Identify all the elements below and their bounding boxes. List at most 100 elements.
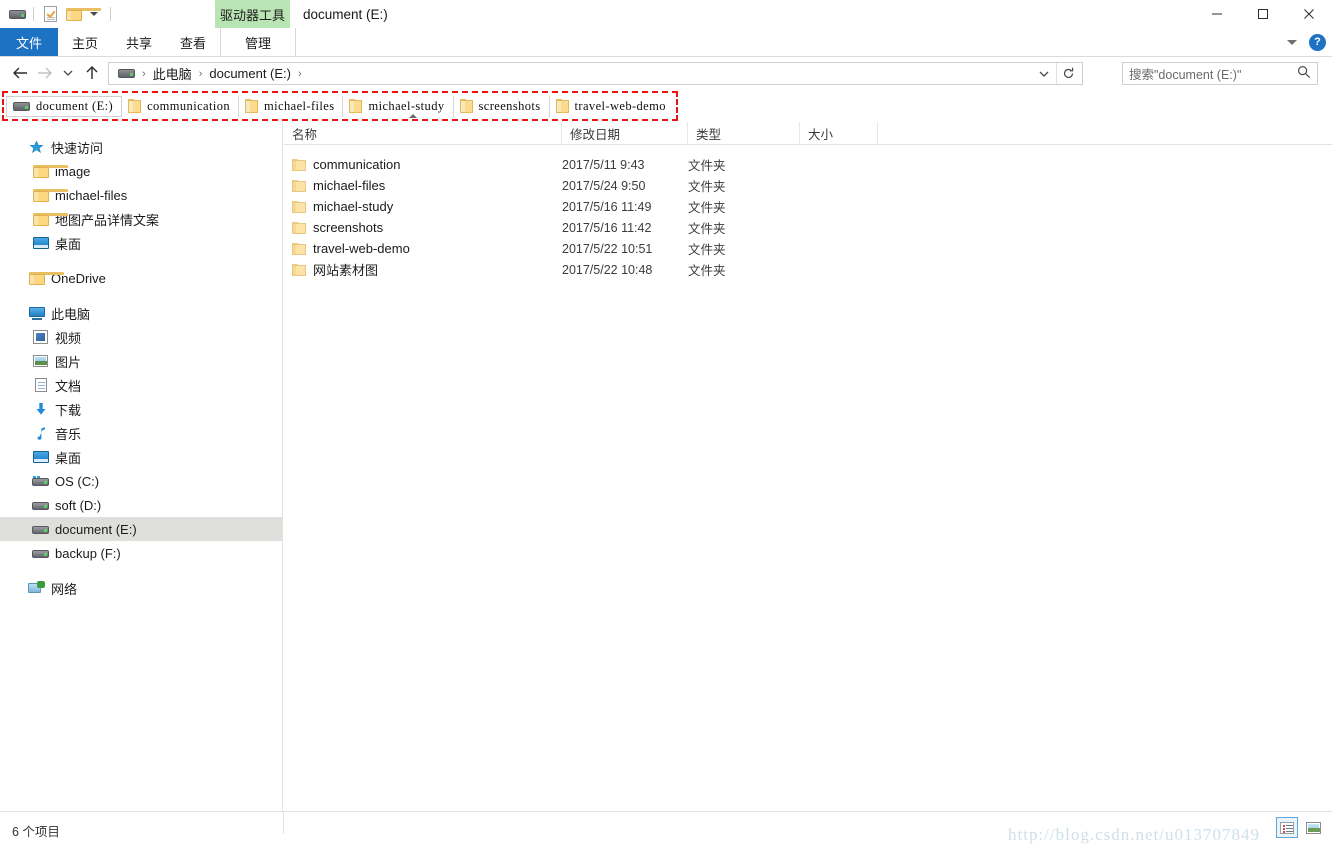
sidebar-item-quick-access[interactable]: 快速访问 [0, 135, 282, 159]
properties-icon[interactable] [41, 5, 59, 23]
file-date: 2017/5/16 11:42 [562, 220, 652, 235]
file-type: 文件夹 [688, 201, 726, 215]
quick-link-communication[interactable]: communication [122, 95, 240, 117]
folder-icon [245, 99, 259, 113]
address-bar: › 此电脑 › document (E:) › 搜索"document (E:)… [0, 58, 1332, 88]
file-name-cell[interactable]: travel-web-demo [292, 238, 410, 259]
tab-file[interactable]: 文件 [0, 28, 58, 56]
sidebar-item-soft-d[interactable]: soft (D:) [0, 493, 282, 517]
drive-icon [32, 521, 49, 538]
sidebar-item-desktop-quick[interactable]: 桌面 [0, 231, 282, 255]
desktop-icon [32, 235, 49, 252]
minimize-button[interactable] [1194, 0, 1240, 28]
sidebar-item-music[interactable]: 音乐 [0, 421, 282, 445]
sidebar-item-label: 网络 [51, 581, 78, 597]
help-icon[interactable]: ? [1309, 33, 1326, 51]
sidebar-item-label: backup (F:) [55, 545, 121, 561]
status-item-count: 6 个项目 [12, 825, 60, 839]
sidebar-item-network[interactable]: 网络 [0, 576, 282, 600]
drive-icon[interactable] [8, 5, 26, 23]
contextual-tool-header: 驱动器工具 [215, 0, 290, 28]
sidebar-item-document-e[interactable]: document (E:) [0, 517, 282, 541]
thumbnail-view-icon[interactable] [1302, 817, 1324, 838]
search-icon[interactable] [1297, 65, 1311, 82]
folder-icon [292, 200, 306, 213]
tab-share[interactable]: 共享 [112, 28, 166, 56]
star-icon [28, 139, 45, 156]
up-button[interactable] [80, 61, 104, 85]
table-row[interactable]: travel-web-demo 2017/5/22 10:51 文件夹 [284, 238, 1332, 259]
column-header-name[interactable]: 名称 [284, 114, 562, 144]
sidebar-item-this-pc[interactable]: 此电脑 [0, 301, 282, 325]
breadcrumb-drive-icon[interactable] [113, 63, 140, 84]
window-controls [1194, 0, 1332, 28]
address-dropdown-icon[interactable] [1032, 63, 1056, 84]
close-button[interactable] [1286, 0, 1332, 28]
tab-view[interactable]: 查看 [166, 28, 220, 56]
sidebar-item-label: soft (D:) [55, 497, 102, 513]
column-header-date[interactable]: 修改日期 [562, 122, 688, 144]
file-list-pane[interactable]: 名称 修改日期 类型 大小 communication 2017/5/11 9:… [284, 114, 1332, 812]
sidebar-item-label: 视频 [55, 330, 82, 346]
maximize-button[interactable] [1240, 0, 1286, 28]
file-name-cell[interactable]: michael-files [292, 175, 385, 196]
file-name-cell[interactable]: communication [292, 154, 400, 175]
back-button[interactable] [8, 61, 32, 85]
ribbon-divider [0, 56, 1332, 57]
sidebar-item-videos[interactable]: 视频 [0, 325, 282, 349]
sidebar-item-map-product-docs[interactable]: 地图产品详情文案 [0, 207, 282, 231]
sidebar-item-label: 音乐 [55, 426, 82, 442]
sidebar-item-label: 图片 [55, 354, 82, 370]
quick-link-michael-study[interactable]: michael-study [343, 95, 454, 117]
table-row[interactable]: screenshots 2017/5/16 11:42 文件夹 [284, 217, 1332, 238]
recent-locations-button[interactable] [56, 61, 80, 85]
sidebar-item-label: 桌面 [55, 450, 82, 466]
folder-icon [32, 211, 68, 228]
table-row[interactable]: michael-files 2017/5/24 9:50 文件夹 [284, 175, 1332, 196]
navigation-pane[interactable]: 快速访问 image michael-files 地图产品详情文案 桌面 One… [0, 122, 283, 812]
view-mode-buttons [1276, 817, 1324, 838]
forward-button[interactable] [32, 61, 56, 85]
file-explorer-window: 驱动器工具 document (E:) 文件 主页 共享 查看 管理 ? › 此… [0, 0, 1332, 846]
file-date: 2017/5/22 10:51 [562, 241, 653, 256]
file-name: michael-study [313, 199, 394, 214]
file-name-cell[interactable]: michael-study [292, 196, 393, 217]
sidebar-item-backup-f[interactable]: backup (F:) [0, 541, 282, 565]
sidebar-item-michael-files[interactable]: michael-files [0, 183, 282, 207]
sidebar-item-os-c[interactable]: OS (C:) [0, 469, 282, 493]
table-row[interactable]: 网站素材图 2017/5/22 10:48 文件夹 [284, 259, 1332, 280]
sidebar-item-image[interactable]: image [0, 159, 282, 183]
column-header-type[interactable]: 类型 [688, 122, 800, 144]
quick-link-michael-files[interactable]: michael-files [239, 95, 344, 117]
column-header-size[interactable]: 大小 [800, 122, 878, 144]
new-folder-icon[interactable] [65, 5, 101, 23]
sidebar-item-onedrive[interactable]: OneDrive [0, 266, 282, 290]
sidebar-item-documents[interactable]: 文档 [0, 373, 282, 397]
quick-link-document-e[interactable]: document (E:) [6, 95, 123, 117]
refresh-icon[interactable] [1056, 63, 1080, 84]
file-name-cell[interactable]: 网站素材图 [292, 259, 378, 280]
table-row[interactable]: communication 2017/5/11 9:43 文件夹 [284, 154, 1332, 175]
sidebar-item-desktop[interactable]: 桌面 [0, 445, 282, 469]
breadcrumb-item-this-pc[interactable]: 此电脑 [148, 63, 197, 84]
tab-manage[interactable]: 管理 [220, 28, 297, 56]
downloads-icon [32, 401, 49, 418]
tab-home[interactable]: 主页 [58, 28, 112, 56]
folder-icon [292, 179, 306, 192]
search-input[interactable]: 搜索"document (E:)" [1122, 62, 1318, 85]
sidebar-item-downloads[interactable]: 下载 [0, 397, 282, 421]
sidebar-item-pictures[interactable]: 图片 [0, 349, 282, 373]
breadcrumb-item-document-e[interactable]: document (E:) [204, 63, 296, 84]
file-name-cell[interactable]: screenshots [292, 217, 383, 238]
sidebar-item-label: 桌面 [55, 236, 82, 252]
quick-link-travel-web-demo[interactable]: travel-web-demo [550, 96, 674, 117]
file-type: 文件夹 [688, 180, 726, 194]
table-row[interactable]: michael-study 2017/5/16 11:49 文件夹 [284, 196, 1332, 217]
details-view-icon[interactable] [1276, 817, 1298, 838]
chevron-down-icon[interactable] [1287, 39, 1297, 45]
videos-icon [32, 329, 49, 346]
sidebar-item-label: 下载 [55, 402, 82, 418]
breadcrumb[interactable]: › 此电脑 › document (E:) › [108, 62, 1083, 85]
quick-link-label: screenshots [478, 98, 541, 113]
quick-link-screenshots[interactable]: screenshots [454, 95, 550, 117]
